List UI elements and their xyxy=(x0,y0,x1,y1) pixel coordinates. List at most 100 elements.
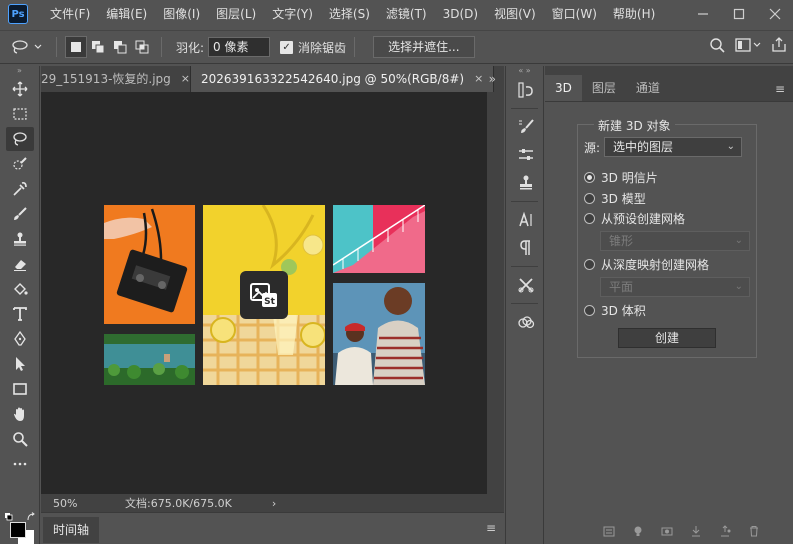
minimize-icon[interactable] xyxy=(685,0,721,28)
tab-document-2[interactable]: 2026391633225426​40.jpg @ 50%(RGB/8#) × xyxy=(191,66,495,92)
more-tools-icon[interactable] xyxy=(6,452,34,476)
radio-button[interactable] xyxy=(584,172,595,183)
tool-presets-icon[interactable] xyxy=(506,271,545,299)
default-colors-icon[interactable] xyxy=(4,512,14,522)
option-3d-volume[interactable]: 3D 体积 xyxy=(584,302,646,319)
toolbar-collapse-icon[interactable]: » xyxy=(0,66,39,76)
menu-image[interactable]: 图像(I) xyxy=(155,0,208,28)
option-label: 从深度映射创建网格 xyxy=(601,258,710,272)
separator xyxy=(511,303,538,304)
tabs-overflow-icon[interactable]: » xyxy=(489,66,496,92)
brush-presets-icon[interactable] xyxy=(506,113,545,141)
menu-filter[interactable]: 滤镜(T) xyxy=(378,0,435,28)
lasso-preset-icon[interactable] xyxy=(8,36,48,58)
radio-button[interactable] xyxy=(584,193,595,204)
stamp-tool-icon[interactable] xyxy=(6,227,34,251)
option-mesh-from-depth[interactable]: 从深度映射创建网格 xyxy=(584,256,709,273)
foreground-color-swatch[interactable] xyxy=(10,522,26,538)
adjustments-icon[interactable] xyxy=(506,141,545,169)
path-selection-tool-icon[interactable] xyxy=(6,352,34,376)
status-bar: 50% 文档:675.0K/675.0K › xyxy=(41,494,504,512)
tab-layers[interactable]: 图层 xyxy=(582,75,626,101)
option-3d-model[interactable]: 3D 模型 xyxy=(584,190,646,207)
vertical-scrollbar[interactable] xyxy=(487,92,504,494)
libraries-icon[interactable] xyxy=(506,308,545,336)
menu-select[interactable]: 选择(S) xyxy=(321,0,378,28)
feather-label: 羽化: xyxy=(176,40,205,55)
intersect-selection-icon[interactable] xyxy=(131,36,153,58)
menu-window[interactable]: 窗口(W) xyxy=(544,0,605,28)
source-select[interactable]: 选中的图层 ⌄ xyxy=(604,137,743,157)
menu-view[interactable]: 视图(V) xyxy=(486,0,544,28)
marquee-tool-icon[interactable] xyxy=(6,102,34,126)
paint-bucket-tool-icon[interactable] xyxy=(6,277,34,301)
workspace-icon[interactable] xyxy=(735,37,761,56)
menu-3d[interactable]: 3D(D) xyxy=(435,0,486,28)
zoom-tool-icon[interactable] xyxy=(6,427,34,451)
chevron-down-icon: ⌄ xyxy=(734,235,743,246)
pen-tool-icon[interactable] xyxy=(6,327,34,351)
chevron-down-icon: ⌄ xyxy=(726,141,736,152)
share-icon[interactable] xyxy=(771,37,787,56)
close-icon[interactable] xyxy=(757,0,793,28)
eraser-tool-icon[interactable] xyxy=(6,252,34,276)
option-mesh-from-preset[interactable]: 从预设创建网格 xyxy=(584,210,685,227)
3d-panel: 3D 图层 通道 ≡ 新建 3D 对象 源: 选中的图层 ⌄ 3D 明信片 3D… xyxy=(545,66,793,544)
tab-timeline[interactable]: 时间轴 xyxy=(43,517,100,543)
color-swatches[interactable] xyxy=(4,512,36,544)
swap-colors-icon[interactable] xyxy=(26,512,36,522)
option-label: 3D 模型 xyxy=(601,192,646,206)
timeline-menu-icon[interactable]: ≡ xyxy=(486,521,496,535)
type-tool-icon[interactable] xyxy=(6,302,34,326)
filter-scene-icon[interactable] xyxy=(601,524,617,538)
menu-bar: Ps 文件(F) 编辑(E) 图像(I) 图层(L) 文字(Y) 选择(S) 滤… xyxy=(0,0,793,28)
hand-tool-icon[interactable] xyxy=(6,402,34,426)
menu-type[interactable]: 文字(Y) xyxy=(264,0,321,28)
add-light-icon[interactable] xyxy=(688,524,704,538)
tab-3d[interactable]: 3D xyxy=(545,75,582,101)
tab-channels[interactable]: 通道 xyxy=(626,75,670,101)
radio-button[interactable] xyxy=(584,213,595,224)
subtract-selection-icon[interactable] xyxy=(109,36,131,58)
menu-layer[interactable]: 图层(L) xyxy=(208,0,264,28)
add-selection-icon[interactable] xyxy=(87,36,109,58)
strip-collapse-icon[interactable]: « » xyxy=(506,66,543,76)
menu-file[interactable]: 文件(F) xyxy=(42,0,98,28)
maximize-icon[interactable] xyxy=(721,0,757,28)
rectangle-tool-icon[interactable] xyxy=(6,377,34,401)
clone-source-icon[interactable] xyxy=(506,169,545,197)
feather-input[interactable]: 0 像素 xyxy=(208,37,271,57)
tab-document-1[interactable]: 29_151913-恢复的.jpg × xyxy=(41,66,191,92)
paragraph-icon[interactable] xyxy=(506,234,545,262)
source-label: 源: xyxy=(584,140,601,155)
camera-icon[interactable] xyxy=(659,524,675,538)
close-icon[interactable]: × xyxy=(181,66,190,92)
create-button[interactable]: 创建 xyxy=(618,328,716,348)
search-icon[interactable] xyxy=(709,37,725,56)
separator xyxy=(56,37,57,57)
eyedropper-tool-icon[interactable] xyxy=(6,177,34,201)
chevron-down-icon: ⌄ xyxy=(734,281,743,292)
quick-selection-tool-icon[interactable] xyxy=(6,152,34,176)
history-icon[interactable] xyxy=(506,76,545,104)
character-icon[interactable] xyxy=(506,206,545,234)
new-selection-icon[interactable] xyxy=(65,36,87,58)
render-icon[interactable] xyxy=(717,524,733,538)
separator xyxy=(511,108,538,109)
lasso-tool-icon[interactable] xyxy=(6,127,34,151)
select-and-mask-button[interactable]: 选择并遮住... xyxy=(373,36,475,58)
menu-edit[interactable]: 编辑(E) xyxy=(98,0,155,28)
light-bulb-icon[interactable] xyxy=(630,524,646,538)
radio-button[interactable] xyxy=(584,305,595,316)
antialias-checkbox[interactable]: ✓ xyxy=(280,40,294,54)
trash-icon[interactable] xyxy=(746,524,762,538)
move-tool-icon[interactable] xyxy=(6,77,34,101)
status-menu-arrow-icon[interactable]: › xyxy=(272,497,276,510)
radio-button[interactable] xyxy=(584,259,595,270)
close-icon[interactable]: × xyxy=(474,66,483,92)
panel-menu-icon[interactable]: ≡ xyxy=(775,82,785,96)
option-3d-postcard[interactable]: 3D 明信片 xyxy=(584,169,658,186)
brush-tool-icon[interactable] xyxy=(6,202,34,226)
menu-help[interactable]: 帮助(H) xyxy=(605,0,663,28)
zoom-level-field[interactable]: 50% xyxy=(41,497,89,510)
